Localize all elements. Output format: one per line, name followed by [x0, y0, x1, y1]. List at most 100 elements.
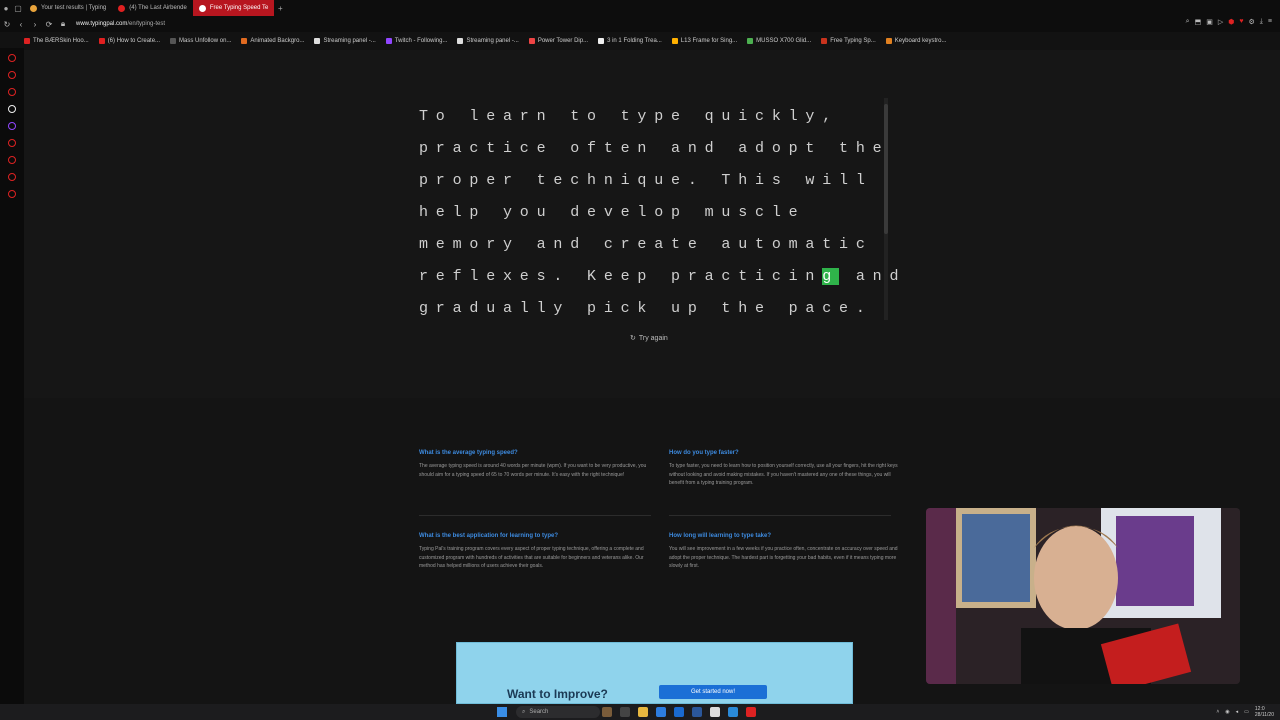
forward-icon[interactable]: › [28, 20, 42, 29]
faq-question[interactable]: How long will learning to type take? [669, 533, 903, 539]
windows-taskbar: ⌕ Search ˄ ◉ ◂ ▭ 12:0 28/11/20 [0, 704, 1280, 720]
start-button[interactable] [497, 707, 507, 717]
faq-answer: The average typing speed is around 40 wo… [419, 463, 647, 478]
sidebar-panel-icon[interactable] [8, 88, 16, 96]
typing-text-panel[interactable]: To learn to type quickly, practice often… [419, 100, 898, 322]
sidebar-panel-icon[interactable] [8, 173, 16, 181]
taskbar-app-icon[interactable] [602, 707, 612, 717]
sidebar-panel-icon[interactable] [8, 190, 16, 198]
bookmark-item[interactable]: Twitch - Following... [385, 38, 447, 44]
faq-item: How long will learning to type take? You… [669, 533, 903, 571]
bookmark-label: Streaming panel -... [466, 38, 519, 44]
taskbar-app-icon[interactable] [656, 707, 666, 717]
get-started-button[interactable]: Get started now! [659, 685, 767, 699]
player-icon[interactable]: ▷ [1218, 18, 1223, 26]
toolbar-icons: ⌕ ⬒ ▣ ▷ ⬢ ♥ ⚙ ⤓ ≡ [1186, 18, 1272, 26]
bookmarks-bar: The BÆRSkin Hoo... (6) How to Create... … [24, 34, 1280, 48]
bookmark-favicon-icon [747, 38, 754, 44]
bookmark-item[interactable]: MUSSO X700 Glid... [747, 38, 811, 44]
upcoming-text: and [839, 268, 907, 285]
lock-icon: 🔒︎ [60, 19, 66, 28]
taskbar-app-icon[interactable] [620, 707, 630, 717]
battery-icon[interactable]: ▭ [1244, 709, 1249, 715]
bookmark-favicon-icon [885, 38, 892, 44]
url-field[interactable]: www.typingpal.com/en/typing-test [76, 21, 165, 27]
shield-icon[interactable]: ⬢ [1228, 18, 1234, 26]
sidebar-panel-icon[interactable] [8, 139, 16, 147]
bookmark-item[interactable]: Keyboard keystro... [885, 38, 947, 44]
sidebar-panel-icon[interactable] [8, 156, 16, 164]
tab-typing-results[interactable]: Your test results | Typing [24, 0, 112, 16]
extensions-icon[interactable]: ⚙ [1249, 18, 1255, 26]
typing-line: memory and create automatic [419, 236, 873, 256]
bookmark-label: Keyboard keystro... [894, 38, 947, 44]
bookmark-item[interactable]: 3 in 1 Folding Trea... [598, 38, 662, 44]
tab-list-icon[interactable]: ▢ [12, 2, 24, 14]
network-icon[interactable]: ◉ [1225, 709, 1229, 715]
bookmark-item[interactable]: Animated Backgro... [241, 38, 304, 44]
clock[interactable]: 12:0 28/11/20 [1255, 706, 1274, 718]
bookmark-item[interactable]: Streaming panel -... [457, 38, 519, 44]
bookmark-item[interactable]: Streaming panel -... [314, 38, 376, 44]
faq-item: What is the best application for learnin… [419, 533, 653, 571]
webcam-image [926, 508, 1240, 684]
chevron-up-icon[interactable]: ˄ [1216, 709, 1219, 715]
bookmark-favicon-icon [457, 38, 464, 44]
download-icon[interactable]: ⤓ [1260, 18, 1263, 26]
bookmark-favicon-icon [170, 38, 177, 44]
sidebar-panel-icon[interactable] [8, 54, 16, 62]
bookmark-favicon-icon [528, 38, 535, 44]
cursor-character: g [822, 268, 840, 285]
typing-scrollbar[interactable] [884, 98, 888, 320]
new-tab-button[interactable]: + [274, 2, 286, 14]
bookmark-label: The BÆRSkin Hoo... [33, 38, 89, 44]
refresh-icon[interactable]: ⟳ [42, 20, 56, 29]
sidebar-panel-icon[interactable] [8, 122, 16, 130]
bookmark-item[interactable]: (6) How to Create... [98, 38, 160, 44]
faq-question[interactable]: What is the best application for learnin… [419, 533, 653, 539]
bookmark-label: 3 in 1 Folding Trea... [607, 38, 662, 44]
faq-item: What is the average typing speed? The av… [419, 450, 653, 479]
bookmark-item[interactable]: The BÆRSkin Hoo... [24, 38, 89, 44]
back-icon[interactable]: ‹ [14, 20, 28, 29]
bookmark-label: L13 Frame for Sing... [680, 38, 738, 44]
bookmark-item[interactable]: Mass Unfollow on... [170, 38, 231, 44]
webcam-overlay [926, 508, 1240, 684]
bookmark-item[interactable]: Power Tower Dip... [528, 38, 588, 44]
taskbar-app-icon[interactable] [746, 707, 756, 717]
heart-icon[interactable]: ♥ [1239, 18, 1243, 26]
typing-line: reflexes. Keep practicing and [419, 268, 906, 288]
bookmark-label: Free Typing Sp... [830, 38, 876, 44]
sidebar-panel-icon[interactable] [8, 105, 16, 113]
bookmark-item[interactable]: Free Typing Sp... [821, 38, 876, 44]
tab-last-airbender[interactable]: (4) The Last Airbende [112, 0, 193, 16]
typed-text: To learn to type quickly, [419, 108, 840, 125]
faq-question[interactable]: What is the average typing speed? [419, 450, 653, 456]
scrollbar-thumb[interactable] [884, 104, 888, 234]
bookmark-favicon-icon [671, 38, 678, 44]
address-bar-row: ↻ ‹ › ⟳ 🔒︎ www.typingpal.com/en/typing-t… [0, 16, 1280, 32]
screenshot-icon[interactable]: ▣ [1206, 18, 1213, 26]
taskbar-app-icon[interactable] [674, 707, 684, 717]
sidebar-panel-icon[interactable] [8, 71, 16, 79]
faq-item: How do you type faster? To type faster, … [669, 450, 903, 488]
taskbar-app-icon[interactable] [638, 707, 648, 717]
taskbar-app-icon[interactable] [728, 707, 738, 717]
typing-line: proper technique. This will [419, 172, 873, 192]
bookmark-item[interactable]: L13 Frame for Sing... [671, 38, 738, 44]
taskbar-search[interactable]: ⌕ Search [516, 706, 600, 718]
bookmark-favicon-icon [24, 38, 30, 44]
taskbar-app-icon[interactable] [710, 707, 720, 717]
taskbar-app-icon[interactable] [692, 707, 702, 717]
zoom-icon[interactable]: ⌕ [1186, 18, 1190, 26]
browser-menu-icon[interactable]: ● [0, 2, 12, 14]
reload-icon[interactable]: ↻ [0, 20, 14, 29]
tab-free-typing-speed[interactable]: Free Typing Speed Te [192, 0, 275, 16]
typed-text: reflexes. Keep practicin [419, 268, 823, 285]
faq-question[interactable]: How do you type faster? [669, 450, 903, 456]
url-path: /en/typing-test [127, 21, 166, 27]
menu-icon[interactable]: ≡ [1268, 18, 1272, 26]
bookmark-icon[interactable]: ⬒ [1195, 18, 1202, 26]
volume-icon[interactable]: ◂ [1236, 709, 1239, 715]
try-again-button[interactable]: ↻ Try again [630, 334, 668, 343]
